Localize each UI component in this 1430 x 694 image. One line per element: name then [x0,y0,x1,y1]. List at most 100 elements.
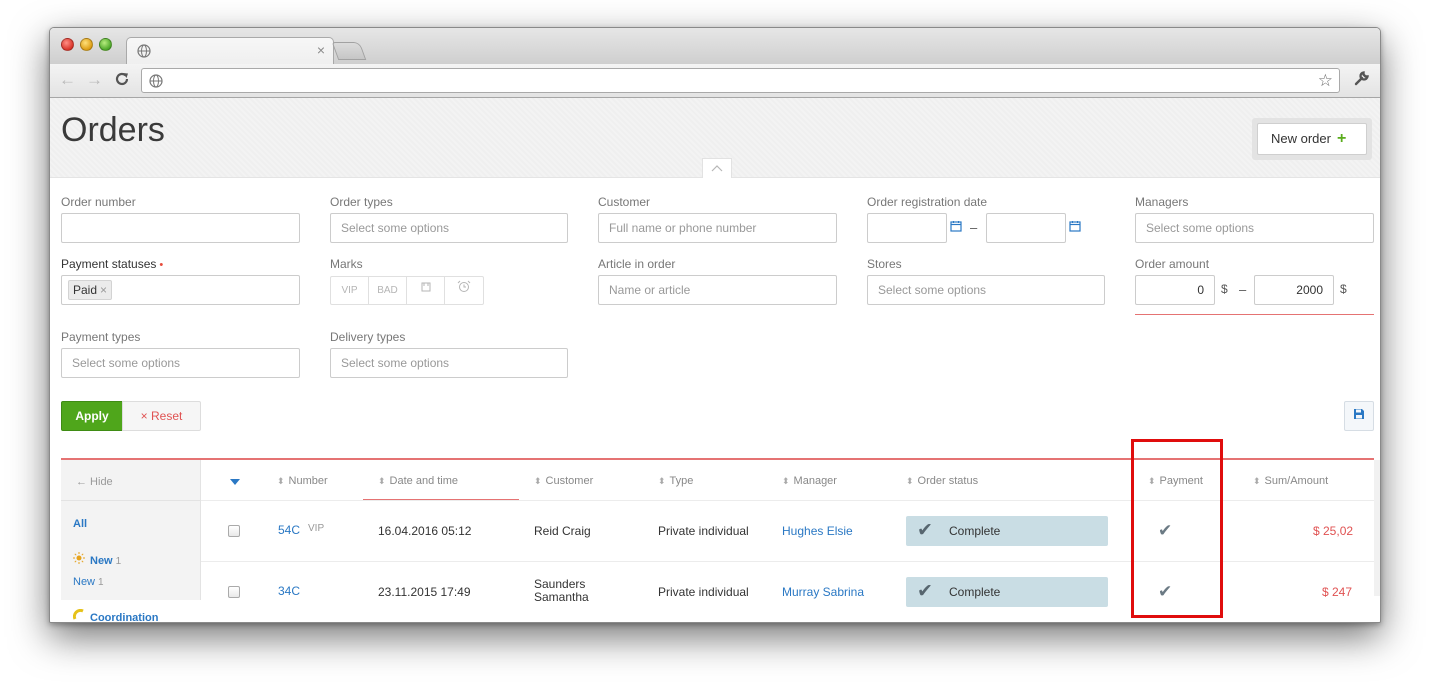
order-status-badge[interactable]: ✔ Complete [906,577,1108,607]
amount-active-underline [1135,314,1374,315]
sidebar-item-coordination[interactable]: Coordination [72,608,159,623]
reset-button[interactable]: × Reset [122,401,201,431]
calendar-icon[interactable] [1069,220,1081,235]
reload-icon[interactable] [114,71,130,91]
column-manager[interactable]: ⬍ Manager [782,475,837,487]
paid-tag: Paid × [68,280,113,300]
new-order-wrapper: New order + [1252,118,1372,160]
column-order-status[interactable]: ⬍ Order status [906,475,978,487]
globe-icon [137,44,151,61]
stores-select[interactable]: Select some options [867,275,1105,305]
sort-icon: ⬍ [378,476,386,486]
manager-link[interactable]: Murray Sabrina [782,585,864,599]
alarm-clock-icon [457,280,471,292]
arrow-left-icon[interactable]: ← [59,71,76,89]
row-checkbox[interactable] [228,525,240,537]
amount-from-input[interactable]: 0 [1135,275,1215,305]
status-label: Complete [949,524,1001,538]
table-scrollbar[interactable] [1374,460,1380,596]
amount-to-input[interactable]: 2000 [1254,275,1334,305]
collapse-filters-toggle[interactable] [702,158,732,178]
sun-icon [73,552,85,567]
zoom-window-button[interactable] [99,38,112,51]
column-label: Sum/Amount [1264,475,1329,487]
customer-input[interactable]: Full name or phone number [598,213,837,243]
sidebar-item-new[interactable]: New 1 [73,552,121,567]
sidebar-item-all[interactable]: All [73,518,87,530]
mark-document[interactable] [407,277,445,304]
delivery-types-label: Delivery types [330,330,406,344]
column-date[interactable]: ⬍ Date and time [378,475,458,487]
column-number[interactable]: ⬍ Number [277,475,328,487]
order-amount-label: Order amount [1135,257,1210,271]
hide-sidebar-link[interactable]: ← Hide [76,476,113,488]
payment-column-highlight [1131,439,1223,618]
triangle-down-icon [230,479,240,485]
payment-types-select[interactable]: Select some options [61,348,300,378]
column-customer[interactable]: ⬍ Customer [534,475,593,487]
star-icon[interactable]: ☆ [1318,71,1333,91]
row-checkbox[interactable] [228,586,240,598]
sidebar-item-label: New [73,576,96,588]
customer-type: Private individual [658,585,749,599]
article-input[interactable]: Name or article [598,275,837,305]
payment-statuses-label: Payment statuses • [61,257,163,271]
save-filter-button[interactable] [1344,401,1374,431]
order-types-select[interactable]: Select some options [330,213,568,243]
managers-label: Managers [1135,195,1189,209]
wrench-icon[interactable] [1353,70,1370,92]
required-dot-icon: • [159,259,164,271]
payment-types-label: Payment types [61,330,141,344]
order-number-link[interactable]: 54C [278,523,300,537]
calendar-icon[interactable] [950,220,962,235]
sort-icon: ⬍ [782,476,790,486]
apply-button[interactable]: Apply [61,401,123,431]
customer-type: Private individual [658,524,749,538]
chevron-up-icon [711,165,723,172]
sort-icon: ⬍ [277,476,285,486]
minimize-window-button[interactable] [80,38,93,51]
sidebar-item-new-sub[interactable]: New 1 [73,576,104,588]
column-sum[interactable]: ⬍ Sum/Amount [1253,475,1328,487]
close-window-button[interactable] [61,38,74,51]
remove-tag-icon[interactable]: × [100,283,107,297]
document-icon [421,282,430,292]
sidebar-item-count: 1 [98,577,104,588]
column-label: Manager [793,475,837,487]
mark-bad[interactable]: BAD [369,277,407,304]
payment-statuses-select[interactable]: Paid × [61,275,300,305]
manager-link[interactable]: Hughes Elsie [782,524,853,538]
date-from-input[interactable] [867,213,947,243]
tab-close-icon[interactable]: × [317,42,325,58]
order-status-badge[interactable]: ✔ Complete [906,516,1108,546]
sidebar-item-count: 1 [115,556,122,567]
column-label: Number [288,475,328,487]
column-label: Date and time [389,475,459,487]
mark-alarm[interactable] [445,277,483,304]
customer-label: Customer [598,195,651,209]
delivery-types-select[interactable]: Select some options [330,348,568,378]
order-number-link[interactable]: 34C [278,584,300,598]
customer-name: Reid Craig [534,524,591,538]
checkmark-icon: ✔ [917,520,933,541]
browser-tab[interactable]: × [126,37,334,65]
sort-icon: ⬍ [658,476,666,486]
order-number-input[interactable] [61,213,300,243]
date-to-input[interactable] [986,213,1066,243]
sidebar-item-label: Coordination [90,612,159,623]
order-sum: $ 25,02 [1313,524,1354,538]
mark-vip[interactable]: VIP [331,277,369,304]
article-label: Article in order [598,257,676,271]
managers-select[interactable]: Select some options [1135,213,1374,243]
close-icon: × [140,409,148,423]
column-filter-dropdown[interactable] [230,477,240,488]
payment-statuses-text: Payment statuses [61,257,157,271]
vip-mark: VIP [308,523,325,534]
sort-icon: ⬍ [906,476,914,486]
new-tab-button[interactable] [331,42,367,60]
address-bar[interactable]: ☆ [141,68,1340,93]
sidebar-item-label: All [73,518,88,530]
new-order-button[interactable]: New order + [1257,123,1367,155]
arrow-right-icon[interactable]: → [86,71,103,89]
column-type[interactable]: ⬍ Type [658,475,693,487]
